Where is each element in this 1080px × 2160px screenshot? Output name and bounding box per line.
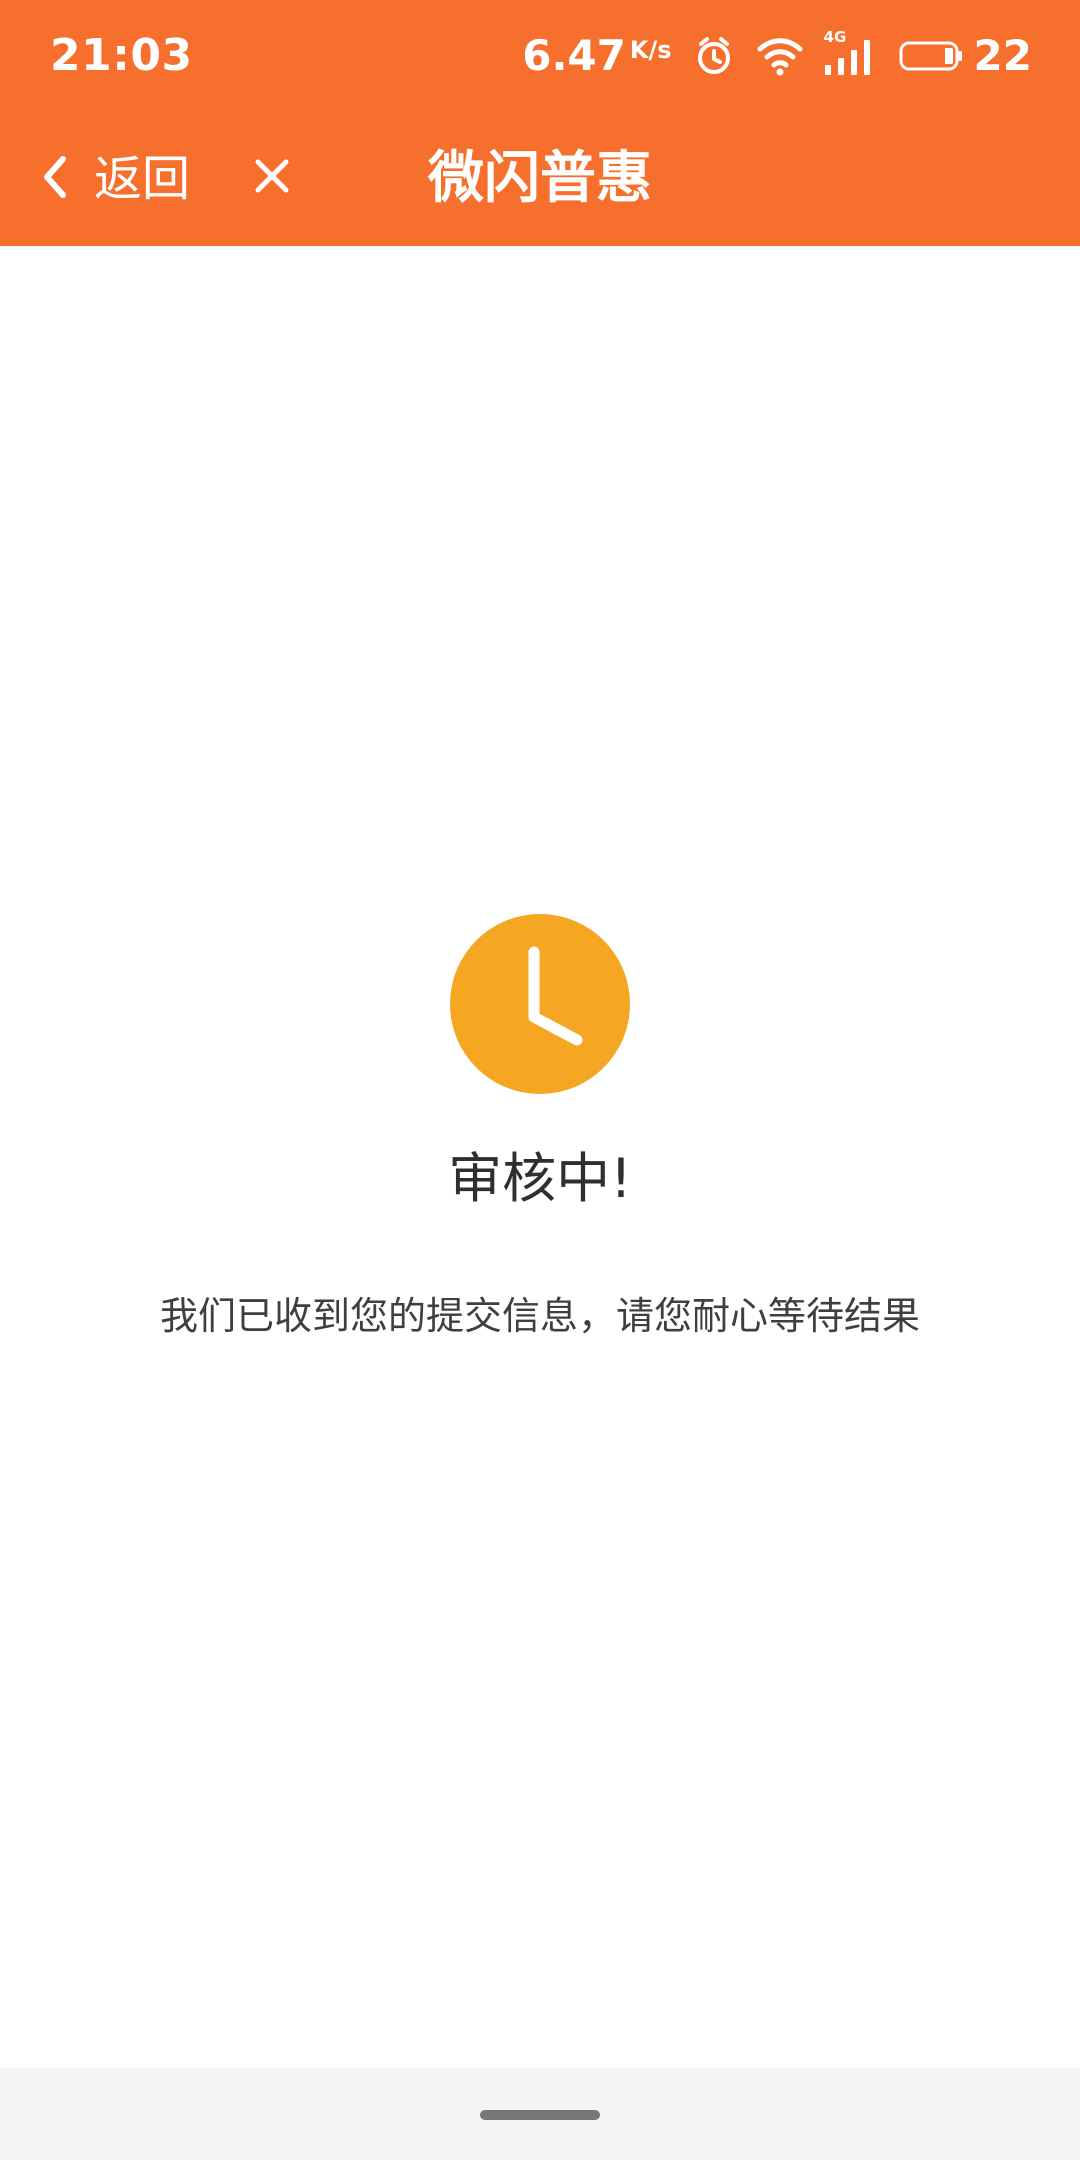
back-button[interactable]: 返回: [34, 136, 190, 222]
battery-level: 22: [973, 31, 1032, 80]
review-status-message: 我们已收到您的提交信息，请您耐心等待结果: [159, 1294, 920, 1338]
app-top-bar: 21:03 6.47 K/s 4G 22 返回 微闪普惠: [0, 0, 1080, 246]
network-type-label: 4G: [823, 28, 847, 46]
back-label: 返回: [94, 151, 191, 207]
network-speed-unit: K/s: [629, 36, 672, 64]
battery-status: 22: [898, 30, 1032, 82]
status-indicators: 6.47 K/s 4G 22: [522, 28, 1032, 84]
home-indicator[interactable]: [480, 2110, 600, 2120]
close-icon: [250, 154, 294, 202]
review-status-content: 审核中! 我们已收到您的提交信息，请您耐心等待结果: [0, 246, 1080, 2072]
status-bar: 21:03 6.47 K/s 4G 22: [0, 0, 1080, 112]
navigation-bar: 返回 微闪普惠: [0, 112, 1080, 246]
gesture-navigation-area: [0, 2068, 1080, 2160]
wifi-icon: [756, 32, 804, 80]
battery-icon: [898, 32, 964, 80]
network-speed: 6.47 K/s: [522, 30, 671, 82]
clock-icon: [450, 914, 630, 1094]
chevron-left-icon: [34, 149, 76, 209]
close-button[interactable]: [236, 142, 308, 214]
review-status-title: 审核中!: [448, 1147, 632, 1210]
status-time: 21:03: [50, 30, 193, 81]
cellular-signal-icon: 4G: [822, 28, 880, 80]
network-speed-value: 6.47: [522, 31, 626, 80]
alarm-clock-icon: [690, 32, 738, 80]
